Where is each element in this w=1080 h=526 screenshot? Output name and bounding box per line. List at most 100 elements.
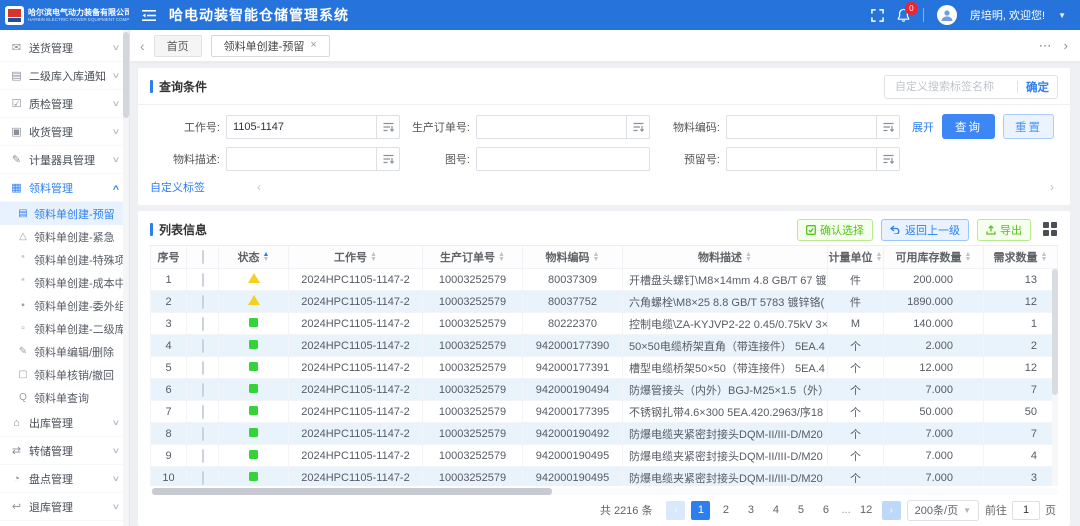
sidebar-item[interactable]: ▦领料管理∧	[0, 174, 129, 202]
sidebar-item[interactable]: ◔盘点管理∨	[0, 465, 129, 493]
row-checkbox[interactable]	[202, 317, 204, 331]
row-checkbox[interactable]	[202, 295, 204, 309]
custom-search-input[interactable]	[893, 80, 1009, 94]
page-number-12[interactable]: 12	[857, 501, 876, 520]
tab-more-icon[interactable]: ⋯	[1039, 38, 1052, 54]
sidebar-item[interactable]: ▤二级库入库通知单∨	[0, 62, 129, 90]
sidebar-subitem[interactable]: ▤领料单创建-预留	[0, 202, 129, 225]
sort-icon[interactable]: ▲▼	[263, 252, 270, 262]
sidebar-item[interactable]: ✎计量器具管理∨	[0, 146, 129, 174]
sidebar-subitem[interactable]: Q领料单查询	[0, 386, 129, 409]
select-all-checkbox[interactable]	[202, 250, 204, 264]
order-no-input[interactable]	[476, 115, 626, 139]
sort-icon[interactable]: ▲▼	[745, 252, 752, 262]
page-number-1[interactable]: 1	[691, 501, 710, 520]
column-settings-icon[interactable]	[1043, 222, 1058, 237]
table-row[interactable]: 12024HPC1105-1147-21000325257980037309开槽…	[151, 269, 1058, 291]
page-number-5[interactable]: 5	[791, 501, 810, 520]
goto-page-input[interactable]	[1012, 501, 1040, 520]
table-vertical-scrollbar[interactable]	[1052, 269, 1058, 486]
expand-link[interactable]: 展开	[912, 119, 934, 135]
sidebar-scrollbar[interactable]	[123, 30, 129, 526]
page-ellipsis[interactable]: ...	[841, 504, 850, 516]
avatar[interactable]	[937, 5, 957, 25]
sidebar-item[interactable]: ⇄转储管理∨	[0, 437, 129, 465]
custom-tag-link[interactable]: 自定义标签	[150, 179, 205, 195]
filter-icon[interactable]	[376, 147, 400, 171]
sidebar-item[interactable]: ▣收货管理∨	[0, 118, 129, 146]
table-row[interactable]: 72024HPC1105-1147-2100032525799420001773…	[151, 401, 1058, 423]
row-checkbox[interactable]	[202, 427, 204, 441]
filter-icon[interactable]	[626, 115, 650, 139]
tags-scroll-right-icon[interactable]: ›	[1050, 180, 1054, 194]
filter-icon[interactable]	[876, 115, 900, 139]
sidebar-item[interactable]: ☑质检管理∨	[0, 90, 129, 118]
back-to-parent-button[interactable]: 返回上一级	[881, 219, 969, 241]
column-header-stock_qty[interactable]: 可用库存数量▲▼	[884, 246, 984, 269]
page-number-2[interactable]: 2	[716, 501, 735, 520]
sidebar-subitem[interactable]: ✎领料单编辑/删除	[0, 340, 129, 363]
sort-icon[interactable]: ▲▼	[370, 252, 377, 262]
sidebar-subitem[interactable]: ▪领料单创建-委外组件	[0, 294, 129, 317]
sort-icon[interactable]: ▲▼	[876, 252, 883, 262]
export-button[interactable]: 导出	[977, 219, 1031, 241]
sidebar-collapse-button[interactable]	[142, 9, 157, 22]
filter-icon[interactable]	[876, 147, 900, 171]
sidebar-item[interactable]: ↩退库管理∨	[0, 493, 129, 521]
material-code-input[interactable]	[726, 115, 876, 139]
table-row[interactable]: 42024HPC1105-1147-2100032525799420001773…	[151, 335, 1058, 357]
table-row[interactable]: 102024HPC1105-1147-210003252579942000190…	[151, 467, 1058, 487]
fullscreen-icon[interactable]	[871, 9, 884, 22]
column-header-unit[interactable]: 计量单位▲▼	[828, 246, 884, 269]
sidebar-subitem[interactable]: “领料单创建-成本中心	[0, 271, 129, 294]
sidebar-item[interactable]: ✉送货管理∨	[0, 34, 129, 62]
table-row[interactable]: 22024HPC1105-1147-21000325257980037752六角…	[151, 291, 1058, 313]
tab-home[interactable]: 首页	[154, 35, 202, 57]
page-number-4[interactable]: 4	[766, 501, 785, 520]
sidebar-subitem[interactable]: ▢领料单核销/撤回	[0, 363, 129, 386]
user-greeting[interactable]: 房培明, 欢迎您!	[970, 7, 1045, 23]
row-checkbox[interactable]	[202, 273, 204, 287]
sidebar-item[interactable]: ⌂出库管理∨	[0, 409, 129, 437]
tags-scroll-left-icon[interactable]: ‹	[257, 180, 261, 194]
column-header-status[interactable]: 状态▲▼	[219, 246, 289, 269]
page-number-3[interactable]: 3	[741, 501, 760, 520]
sort-icon[interactable]: ▲▼	[593, 252, 600, 262]
column-header-work_no[interactable]: 工作号▲▼	[289, 246, 423, 269]
row-checkbox[interactable]	[202, 361, 204, 375]
sort-icon[interactable]: ▲▼	[1041, 252, 1048, 262]
search-button[interactable]: 查询	[942, 114, 995, 139]
row-checkbox[interactable]	[202, 339, 204, 353]
table-row[interactable]: 62024HPC1105-1147-2100032525799420001904…	[151, 379, 1058, 401]
work-no-input[interactable]	[226, 115, 376, 139]
sort-icon[interactable]: ▲▼	[498, 252, 505, 262]
page-number-6[interactable]: 6	[816, 501, 835, 520]
column-header-material_desc[interactable]: 物料描述▲▼	[623, 246, 828, 269]
chevron-down-icon[interactable]: ▼	[1058, 11, 1066, 20]
column-header-order_no[interactable]: 生产订单号▲▼	[423, 246, 523, 269]
sidebar-subitem[interactable]: “领料单创建-特殊项目	[0, 248, 129, 271]
close-icon[interactable]: ×	[310, 40, 316, 51]
row-checkbox[interactable]	[202, 383, 204, 397]
table-horizontal-scrollbar[interactable]	[150, 488, 1058, 495]
table-row[interactable]: 82024HPC1105-1147-2100032525799420001904…	[151, 423, 1058, 445]
custom-search-confirm-button[interactable]: 确定	[1026, 79, 1049, 95]
row-checkbox[interactable]	[202, 471, 204, 485]
reserve-no-input[interactable]	[726, 147, 876, 171]
sidebar-subitem[interactable]: △领料单创建-紧急	[0, 225, 129, 248]
next-page-button[interactable]: ›	[882, 501, 901, 520]
sidebar-subitem[interactable]: ▫领料单创建-二级库	[0, 317, 129, 340]
reset-button[interactable]: 重置	[1003, 114, 1054, 139]
table-row[interactable]: 32024HPC1105-1147-21000325257980222370控制…	[151, 313, 1058, 335]
table-row[interactable]: 92024HPC1105-1147-2100032525799420001904…	[151, 445, 1058, 467]
page-size-select[interactable]: 200条/页 ▼	[907, 500, 979, 521]
confirm-selection-button[interactable]: 确认选择	[797, 219, 873, 241]
column-header-demand_qty[interactable]: 需求数量▲▼	[984, 246, 1058, 269]
drawing-no-input[interactable]	[476, 147, 650, 171]
tab-requisition-reserve[interactable]: 领料单创建-预留 ×	[211, 35, 330, 57]
row-checkbox[interactable]	[202, 449, 204, 463]
material-desc-input[interactable]	[226, 147, 376, 171]
sort-icon[interactable]: ▲▼	[965, 252, 972, 262]
filter-icon[interactable]	[376, 115, 400, 139]
prev-page-button[interactable]: ‹	[666, 501, 685, 520]
